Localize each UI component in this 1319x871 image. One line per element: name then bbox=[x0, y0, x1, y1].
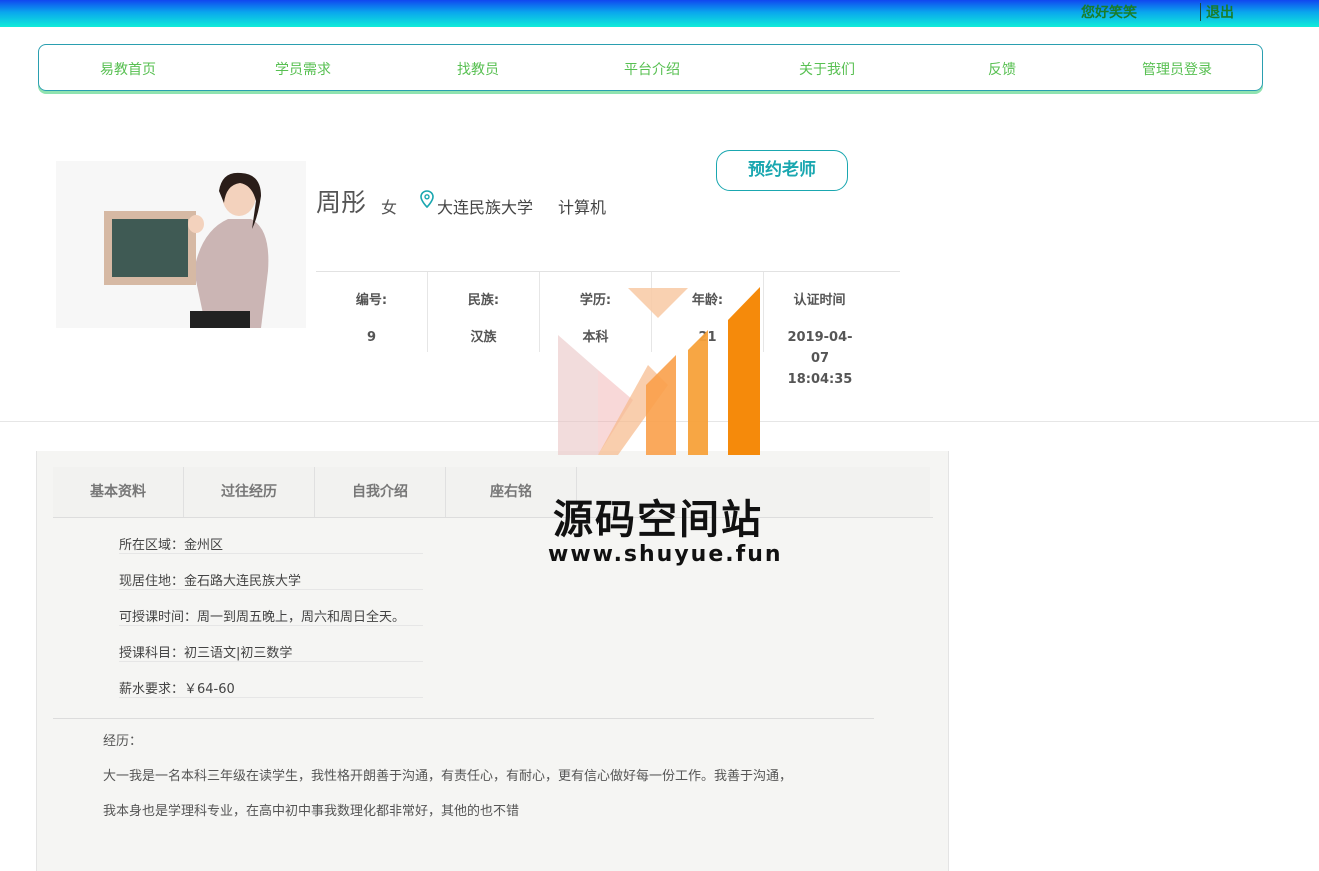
nav-item-admin-login[interactable]: 管理员登录 bbox=[1142, 59, 1212, 79]
info-cell-ethnicity: 民族: 汉族 bbox=[428, 272, 539, 352]
teacher-major: 计算机 bbox=[558, 198, 607, 217]
info-value: 9 bbox=[366, 330, 377, 345]
field-area: 所在区域：金州区 bbox=[119, 538, 224, 553]
info-label: 民族: bbox=[467, 293, 500, 308]
watermark-title: 源码空间站 bbox=[553, 497, 763, 543]
teacher-gender: 女 bbox=[381, 198, 398, 217]
info-cell-id: 编号: 9 bbox=[316, 272, 427, 352]
info-value: 2019-04-07 18:04:35 bbox=[787, 330, 853, 387]
tab-experience[interactable]: 过往经历 bbox=[184, 467, 315, 517]
field-address: 现居住地：金石路大连民族大学 bbox=[119, 574, 302, 589]
nav-item-about-us[interactable]: 关于我们 bbox=[799, 59, 855, 79]
teacher-school: 大连民族大学 bbox=[437, 198, 534, 217]
info-label: 认证时间 bbox=[793, 293, 846, 308]
teacher-photo bbox=[56, 161, 306, 328]
experience-text-line: 大一我是一名本科三年级在读学生，我性格开朗善于沟通，有责任心，有耐心，更有信心做… bbox=[103, 769, 793, 784]
nav-item-home[interactable]: 易教首页 bbox=[100, 59, 156, 79]
divider bbox=[119, 625, 423, 626]
main-nav: 易教首页 学员需求 找教员 平台介绍 关于我们 反馈 管理员登录 bbox=[38, 44, 1263, 91]
watermark-url: www.shuyue.fun bbox=[548, 542, 783, 567]
tab-self-intro[interactable]: 自我介绍 bbox=[315, 467, 446, 517]
field-available-time: 可授课时间：周一到周五晚上，周六和周日全天。 bbox=[119, 610, 406, 625]
teacher-name: 周彤 bbox=[316, 188, 367, 217]
info-label: 编号: bbox=[355, 293, 388, 308]
divider bbox=[1200, 3, 1201, 21]
tab-bar: 基本资料 过往经历 自我介绍 座右铭 bbox=[53, 467, 930, 517]
nav-item-platform-intro[interactable]: 平台介绍 bbox=[624, 59, 680, 79]
info-value: 汉族 bbox=[470, 330, 497, 345]
nav-item-student-needs[interactable]: 学员需求 bbox=[275, 59, 331, 79]
divider bbox=[53, 718, 874, 719]
divider bbox=[119, 697, 423, 698]
nav-item-feedback[interactable]: 反馈 bbox=[988, 59, 1016, 79]
divider bbox=[119, 661, 423, 662]
divider bbox=[119, 553, 423, 554]
greeting-text: 您好笑笑 bbox=[1081, 5, 1137, 21]
divider bbox=[53, 517, 933, 518]
logout-link[interactable]: 退出 bbox=[1206, 2, 1234, 22]
divider bbox=[119, 589, 423, 590]
field-salary: 薪水要求：￥64-60 bbox=[119, 682, 235, 697]
location-pin-icon bbox=[420, 190, 434, 208]
nav-item-find-teacher[interactable]: 找教员 bbox=[457, 59, 499, 79]
tab-basic-info[interactable]: 基本资料 bbox=[53, 467, 184, 517]
book-teacher-button[interactable]: 预约老师 bbox=[716, 150, 848, 191]
experience-text-line: 我本身也是学理科专业，在高中初中事我数理化都非常好，其他的也不错 bbox=[103, 804, 520, 819]
field-subjects: 授课科目：初三语文|初三数学 bbox=[119, 646, 293, 661]
experience-label: 经历： bbox=[103, 734, 143, 749]
info-cell-cert-time: 认证时间 2019-04-07 18:04:35 bbox=[764, 272, 875, 387]
